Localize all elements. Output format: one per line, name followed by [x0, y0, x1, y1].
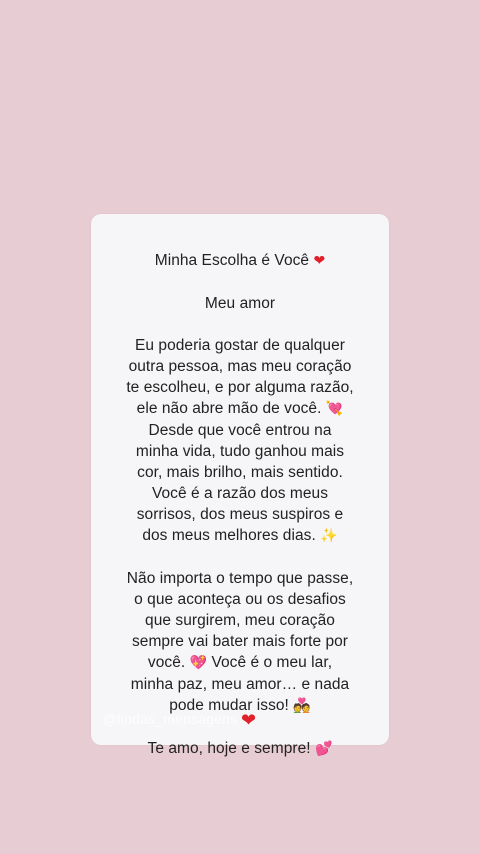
paragraph1-line: te escolheu, e por alguma razão, — [126, 379, 354, 396]
paragraph2-line: sempre vai bater mais forte por — [131, 633, 349, 650]
paragraph2-line: você. 💖 Você é o meu lar, — [147, 654, 333, 671]
paragraph1-line: Desde que você entrou na — [148, 422, 332, 439]
paragraph2-line: Não importa o tempo que passe, — [126, 570, 354, 587]
paragraph1-line: outra pessoa, mas meu coração — [128, 358, 352, 375]
couple-with-heart-icon: 💑 — [293, 698, 311, 714]
salutation: Meu amor — [204, 295, 276, 312]
sparkling-heart-icon: 💖 — [189, 655, 208, 671]
paragraph1-line: minha vida, tudo ganhou mais — [135, 443, 345, 460]
paragraph2-line: minha paz, meu amor… e nada — [130, 676, 350, 693]
paragraph2-line: que surgirem, meu coração — [145, 612, 335, 629]
two-hearts-icon: 💕 — [314, 741, 333, 757]
red-heart-icon: ❤ — [313, 253, 326, 269]
paragraph1-line: ele não abre mão de você. 💘 — [136, 400, 344, 417]
paragraph1-line: dos meus melhores dias. ✨ — [142, 527, 338, 544]
paragraph1-line: cor, mais brilho, mais sentido. — [137, 464, 343, 481]
message-card: Minha Escolha é Você ❤ Meu amor Eu poder… — [91, 214, 389, 757]
paragraph1-line: Você é a razão dos meus — [151, 485, 329, 502]
paragraph1-line: Eu poderia gostar de qualquer — [135, 337, 345, 354]
post-title: Minha Escolha é Você ❤ — [154, 252, 326, 269]
sparkles-icon: ✨ — [320, 528, 338, 544]
paragraph1-line: sorrisos, dos meus suspiros e — [136, 506, 344, 523]
watermark: @lindas_mensagens — [103, 711, 238, 727]
paragraph2-line: o que aconteça ou os desafios — [134, 591, 346, 608]
closing-line: Te amo, hoje e sempre! 💕 — [147, 740, 333, 757]
heart-sticker-icon: ❤ — [241, 710, 257, 731]
message-text: Minha Escolha é Você ❤ Meu amor Eu poder… — [91, 250, 389, 760]
heart-with-arrow-icon: 💘 — [325, 401, 344, 417]
